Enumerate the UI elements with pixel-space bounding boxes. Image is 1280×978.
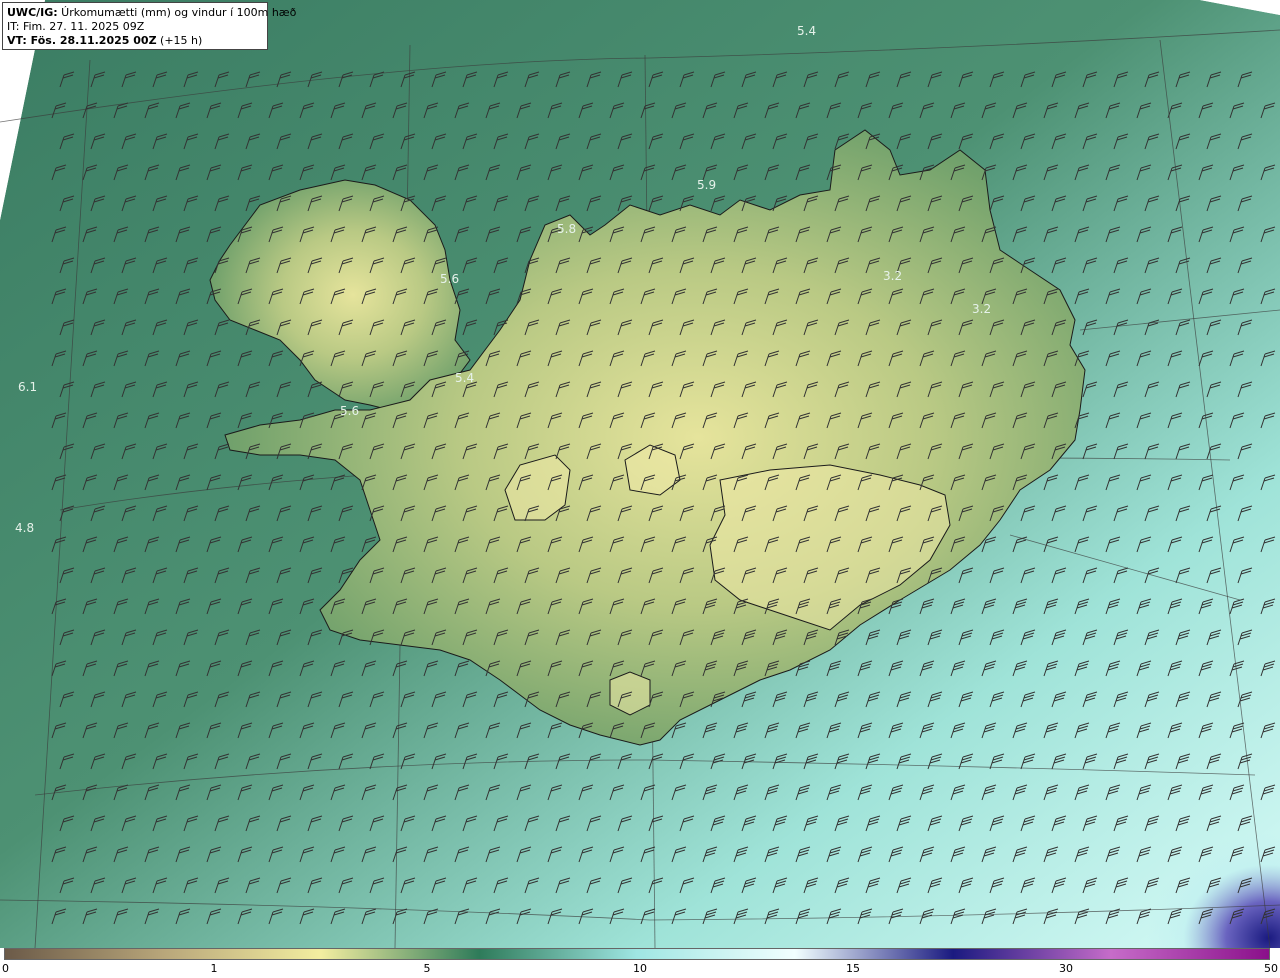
colorbar-tick: 0 — [2, 962, 9, 975]
model-name: UWC/IG: — [7, 6, 58, 19]
product-title: Úrkomumætti (mm) og vindur í 100m hæð — [57, 6, 297, 19]
colorbar: 0 1 5 10 15 30 50 — [0, 948, 1280, 978]
map-label: 5.6 — [340, 404, 359, 418]
it-value: Fim. 27. 11. 2025 09Z — [19, 20, 145, 33]
map-label: 4.8 — [15, 521, 34, 535]
map-label: 5.6 — [440, 272, 459, 286]
vt-lead: (+15 h) — [156, 34, 203, 47]
myrdalsjokull — [609, 671, 651, 716]
map-label: 5.4 — [455, 371, 474, 385]
map-label: 5.4 — [797, 24, 816, 38]
colorbar-strip — [4, 948, 1270, 960]
colorbar-tick: 10 — [633, 962, 647, 975]
colorbar-tick: 50 — [1264, 962, 1278, 975]
precipitation-wind-map: 5.4 5.9 5.8 5.6 3.2 3.2 5.4 5.6 6.1 4.8 — [0, 0, 1280, 948]
vt-label: VT: — [7, 34, 27, 47]
legend-title-row: UWC/IG: Úrkomumætti (mm) og vindur í 100… — [7, 6, 296, 20]
map-label: 5.8 — [557, 222, 576, 236]
map-label: 6.1 — [18, 380, 37, 394]
it-label: IT: — [7, 20, 20, 33]
legend-it-row: IT: Fim. 27. 11. 2025 09Z — [7, 20, 263, 34]
map-legend-box: UWC/IG: Úrkomumætti (mm) og vindur í 100… — [2, 2, 296, 50]
colorbar-tick: 30 — [1059, 962, 1073, 975]
map-label: 3.2 — [883, 269, 902, 283]
colorbar-tick: 15 — [846, 962, 860, 975]
colorbar-tick: 1 — [210, 962, 218, 975]
colorbar-tick: 5 — [423, 962, 431, 975]
map-label: 5.9 — [697, 178, 716, 192]
vt-value: Fös. 28.11.2025 00Z — [26, 34, 157, 47]
legend-vt-row: VT: Fös. 28.11.2025 00Z (+15 h) — [7, 34, 263, 48]
map-label: 3.2 — [972, 302, 991, 316]
